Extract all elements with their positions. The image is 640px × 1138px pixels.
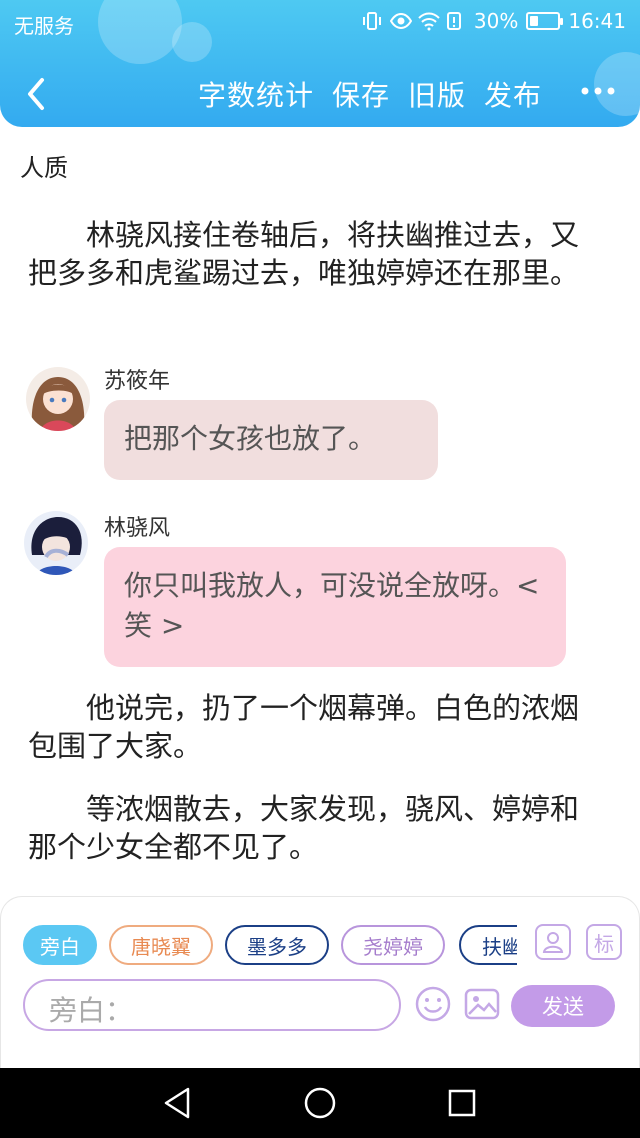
publish-button[interactable]: 发布	[484, 74, 542, 114]
alert-battery-icon	[446, 11, 466, 31]
nav-home-icon[interactable]	[302, 1085, 338, 1121]
battery-icon	[526, 12, 564, 30]
top-header: 无服务 30% 16:41 字数统计 保存 旧版 发布	[0, 0, 640, 127]
more-options-icon[interactable]	[578, 76, 618, 106]
composer-panel: 旁白 唐晓翼 墨多多 尧婷婷 扶幽 标 旁白： 发送	[0, 896, 640, 1068]
back-arrow-icon[interactable]	[20, 74, 52, 114]
role-chip-tang-xiaoyi[interactable]: 唐晓翼	[109, 925, 213, 965]
role-chip-yao-tingting[interactable]: 尧婷婷	[341, 925, 445, 965]
role-chip-mo-duoduo[interactable]: 墨多多	[225, 925, 329, 965]
dialogue-bubble[interactable]: 你只叫我放人，可没说全放呀。< 笑 >	[104, 547, 566, 667]
image-icon[interactable]	[463, 985, 501, 1023]
dialogue-bubble[interactable]: 把那个女孩也放了。	[104, 400, 438, 480]
dialogue-text: 你只叫我放人，可没说全放呀。< 笑 >	[124, 569, 540, 642]
avatar-boy[interactable]	[24, 511, 88, 575]
battery-percent: 30%	[473, 9, 519, 33]
speaker-name: 苏筱年	[104, 369, 171, 394]
carrier-label: 无服务	[14, 14, 74, 38]
save-button[interactable]: 保存	[332, 74, 390, 114]
battery-fill	[530, 16, 539, 26]
narration-paragraph[interactable]: 等浓烟散去，大家发现，骁风、婷婷和那个少女全都不见了。	[28, 790, 598, 866]
role-selector: 旁白 唐晓翼 墨多多 尧婷婷 扶幽	[23, 925, 517, 965]
narration-paragraph[interactable]: 他说完，扔了一个烟幕弹。白色的浓烟包围了大家。	[28, 689, 598, 765]
nav-back-icon[interactable]	[160, 1085, 196, 1121]
status-right: 30% 16:41	[362, 9, 626, 33]
avatar-girl[interactable]	[26, 367, 90, 431]
role-chip-fu-you[interactable]: 扶幽	[459, 925, 517, 965]
editor-toolbar: 字数统计 保存 旧版 发布	[0, 66, 640, 122]
emoji-icon[interactable]	[414, 985, 452, 1023]
clock: 16:41	[568, 9, 626, 33]
eye-icon	[389, 11, 413, 31]
wifi-icon	[418, 11, 440, 31]
message-input[interactable]: 旁白：	[23, 979, 401, 1031]
narration-paragraph[interactable]: 林骁风接住卷轴后，将扶幽推过去，又把多多和虎鲨踢过去，唯独婷婷还在那里。	[28, 216, 598, 292]
vibrate-icon	[362, 11, 382, 31]
speaker-name: 林骁风	[104, 516, 171, 541]
system-navigation-bar	[0, 1068, 640, 1138]
message-input-placeholder: 旁白：	[49, 994, 134, 1027]
send-button[interactable]: 发送	[511, 985, 615, 1027]
character-manage-icon[interactable]	[535, 924, 571, 960]
word-count-button[interactable]: 字数统计	[198, 74, 314, 114]
chapter-title[interactable]: 人质	[20, 148, 68, 183]
tag-icon[interactable]: 标	[586, 924, 622, 960]
toolbar-actions: 字数统计 保存 旧版 发布	[198, 74, 542, 114]
dialogue-text: 把那个女孩也放了。	[124, 422, 377, 455]
status-bar: 无服务 30% 16:41	[0, 0, 640, 44]
old-version-button[interactable]: 旧版	[408, 74, 466, 114]
role-chip-narrator[interactable]: 旁白	[23, 925, 97, 965]
nav-recents-icon[interactable]	[444, 1085, 480, 1121]
